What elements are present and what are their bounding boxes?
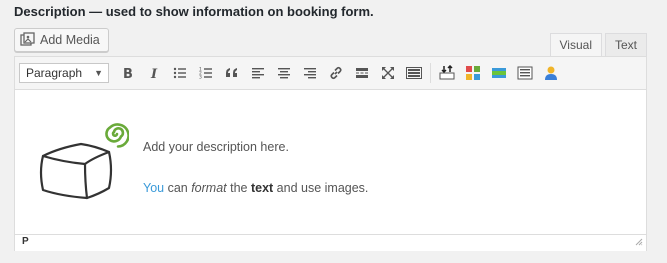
link-icon	[330, 66, 342, 80]
toolbar-toggle-button[interactable]	[401, 60, 427, 86]
chevron-down-icon: ▼	[94, 68, 103, 78]
blockquote-icon	[226, 68, 237, 77]
section-label: Description — used to show information o…	[14, 4, 374, 19]
bold-button[interactable]: B	[115, 60, 141, 86]
you-text: You	[143, 181, 165, 195]
align-left-icon	[252, 68, 264, 79]
the-text: the	[226, 181, 251, 195]
bullet-list-icon	[173, 67, 186, 79]
svg-text:I: I	[150, 67, 158, 80]
blockquote-button[interactable]	[219, 60, 245, 86]
toolbar-divider	[430, 63, 431, 83]
person-button[interactable]	[538, 60, 564, 86]
text-bold: text	[250, 181, 274, 195]
tab-visual[interactable]: Visual	[549, 33, 602, 57]
resize-grip-icon[interactable]	[635, 238, 643, 249]
editor-toolbar: Paragraph ▼ B I 1 2 3	[15, 57, 646, 90]
rest-text: and use images.	[273, 181, 369, 195]
italic-icon: I	[150, 67, 158, 80]
link-button[interactable]	[323, 60, 349, 86]
description-line-1: Add your description here.	[143, 140, 289, 154]
person-icon	[545, 66, 557, 80]
tab-text[interactable]: Text	[604, 33, 647, 56]
read-more-icon	[356, 68, 368, 78]
list-box-button[interactable]	[512, 60, 538, 86]
editor: Paragraph ▼ B I 1 2 3 Add your descripti…	[14, 56, 647, 251]
svg-text:3: 3	[199, 75, 202, 81]
read-more-button[interactable]	[349, 60, 375, 86]
can-text: can	[164, 181, 192, 195]
fullscreen-icon	[382, 67, 394, 79]
editor-content[interactable]: Add your description here. You can forma…	[15, 90, 646, 234]
toolbar-toggle-icon	[406, 67, 422, 79]
description-line-2: You can format the text and use images.	[143, 181, 368, 195]
svg-text:B: B	[123, 67, 133, 80]
green-bar-icon	[492, 68, 506, 78]
fullscreen-button[interactable]	[375, 60, 401, 86]
numbered-list-icon: 1 2 3	[199, 67, 212, 81]
format-text: format	[191, 181, 227, 195]
grid-button[interactable]	[460, 60, 486, 86]
align-center-icon	[278, 68, 290, 79]
box-icon	[39, 142, 113, 200]
add-media-button[interactable]: Add Media	[14, 28, 109, 52]
align-left-button[interactable]	[245, 60, 271, 86]
format-select-value: Paragraph	[26, 66, 83, 80]
element-path[interactable]: P	[22, 236, 29, 247]
numbered-list-button[interactable]: 1 2 3	[193, 60, 219, 86]
add-media-label: Add Media	[40, 33, 100, 47]
green-bar-button[interactable]	[486, 60, 512, 86]
spiral-icon	[105, 123, 130, 148]
format-select[interactable]: Paragraph ▼	[19, 63, 109, 83]
list-box-icon	[517, 66, 533, 80]
align-center-button[interactable]	[271, 60, 297, 86]
insert-button[interactable]	[434, 60, 460, 86]
bold-icon: B	[123, 67, 133, 80]
editor-statusbar: P	[15, 234, 646, 251]
box-spiral-illustration	[37, 118, 130, 215]
insert-icon	[439, 65, 455, 80]
add-media-icon	[20, 32, 36, 48]
editor-tabs: Visual Text	[549, 33, 647, 57]
bullet-list-button[interactable]	[167, 60, 193, 86]
italic-button[interactable]: I	[141, 60, 167, 86]
align-right-icon	[304, 68, 316, 79]
grid-icon	[466, 66, 480, 80]
align-right-button[interactable]	[297, 60, 323, 86]
